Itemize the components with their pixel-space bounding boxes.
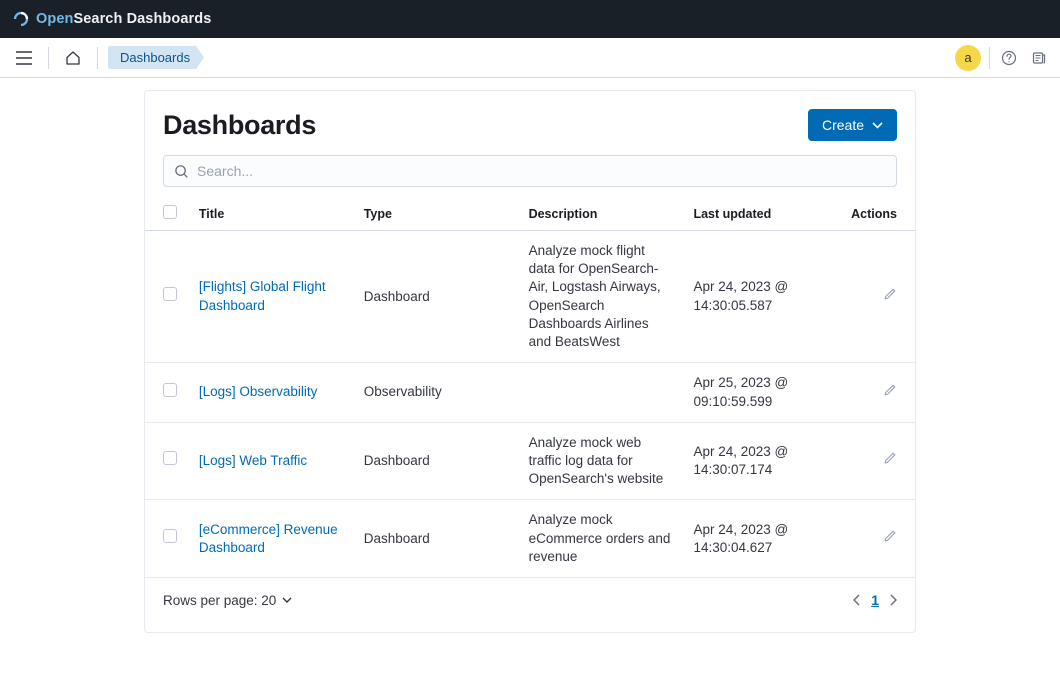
row-description: Analyze mock flight data for OpenSearch-… xyxy=(519,231,684,363)
search-field-wrap[interactable] xyxy=(163,155,897,187)
select-all-checkbox[interactable] xyxy=(163,205,177,219)
hamburger-icon xyxy=(16,51,32,65)
pencil-icon xyxy=(883,451,897,465)
pagination: 1 xyxy=(853,592,897,608)
row-type: Dashboard xyxy=(354,500,519,578)
row-checkbox[interactable] xyxy=(163,383,177,397)
row-type: Observability xyxy=(354,363,519,422)
help-button[interactable] xyxy=(998,47,1020,69)
home-button[interactable] xyxy=(59,44,87,72)
row-checkbox[interactable] xyxy=(163,287,177,301)
rows-per-page-selector[interactable]: Rows per page: 20 xyxy=(163,593,292,608)
divider xyxy=(48,47,49,69)
col-header-description[interactable]: Description xyxy=(519,197,684,231)
col-header-type[interactable]: Type xyxy=(354,197,519,231)
create-button-label: Create xyxy=(822,117,864,133)
row-checkbox[interactable] xyxy=(163,451,177,465)
prev-page-button[interactable] xyxy=(853,594,861,606)
news-button[interactable] xyxy=(1028,47,1050,69)
row-checkbox[interactable] xyxy=(163,529,177,543)
dashboard-title-link[interactable]: [Logs] Observability xyxy=(199,384,318,399)
edit-button[interactable] xyxy=(883,383,897,397)
breadcrumb[interactable]: Dashboards xyxy=(108,46,204,69)
table-row: [eCommerce] Revenue Dashboard DashboardAn… xyxy=(145,500,915,578)
menu-toggle-button[interactable] xyxy=(10,44,38,72)
dashboard-title-link[interactable]: [eCommerce] Revenue Dashboard xyxy=(199,522,338,555)
divider xyxy=(989,47,990,69)
avatar[interactable]: a xyxy=(955,45,981,71)
brand-logo[interactable]: OpenSearch Dashboards xyxy=(12,10,211,28)
col-header-title[interactable]: Title xyxy=(189,197,354,231)
dashboard-title-link[interactable]: [Logs] Web Traffic xyxy=(199,453,307,468)
navbar: Dashboards a xyxy=(0,38,1060,78)
col-header-last-updated[interactable]: Last updated xyxy=(683,197,837,231)
edit-button[interactable] xyxy=(883,529,897,543)
page-number-current[interactable]: 1 xyxy=(871,592,879,608)
row-last-updated: Apr 24, 2023 @ 14:30:07.174 xyxy=(683,422,837,500)
chevron-down-icon xyxy=(872,122,883,129)
row-description xyxy=(519,363,684,422)
row-description: Analyze mock eCommerce orders and revenu… xyxy=(519,500,684,578)
col-header-actions: Actions xyxy=(838,197,915,231)
opensearch-logo-icon xyxy=(12,10,30,28)
table-row: [Flights] Global Flight Dashboard Dashboa… xyxy=(145,231,915,363)
dashboards-panel: Dashboards Create Title xyxy=(144,90,916,633)
pencil-icon xyxy=(883,383,897,397)
table-row: [Logs] Observability Observability Apr 25,… xyxy=(145,363,915,422)
home-icon xyxy=(65,50,81,66)
row-type: Dashboard xyxy=(354,422,519,500)
news-icon xyxy=(1031,50,1047,66)
topbar: OpenSearch Dashboards xyxy=(0,0,1060,38)
row-last-updated: Apr 25, 2023 @ 09:10:59.599 xyxy=(683,363,837,422)
chevron-down-icon xyxy=(282,597,292,603)
edit-button[interactable] xyxy=(883,451,897,465)
rows-per-page-label: Rows per page: 20 xyxy=(163,593,276,608)
edit-button[interactable] xyxy=(883,287,897,301)
row-type: Dashboard xyxy=(354,231,519,363)
dashboards-table: Title Type Description Last updated Acti… xyxy=(145,197,915,578)
row-last-updated: Apr 24, 2023 @ 14:30:05.587 xyxy=(683,231,837,363)
divider xyxy=(97,47,98,69)
pencil-icon xyxy=(883,529,897,543)
table-row: [Logs] Web Traffic DashboardAnalyze mock … xyxy=(145,422,915,500)
help-icon xyxy=(1001,50,1017,66)
row-last-updated: Apr 24, 2023 @ 14:30:04.627 xyxy=(683,500,837,578)
brand-text: OpenSearch Dashboards xyxy=(36,11,211,27)
search-icon xyxy=(174,164,189,179)
next-page-button[interactable] xyxy=(889,594,897,606)
create-button[interactable]: Create xyxy=(808,109,897,141)
pencil-icon xyxy=(883,287,897,301)
dashboard-title-link[interactable]: [Flights] Global Flight Dashboard xyxy=(199,279,326,312)
row-description: Analyze mock web traffic log data for Op… xyxy=(519,422,684,500)
search-input[interactable] xyxy=(197,163,886,179)
page-title: Dashboards xyxy=(163,110,316,141)
